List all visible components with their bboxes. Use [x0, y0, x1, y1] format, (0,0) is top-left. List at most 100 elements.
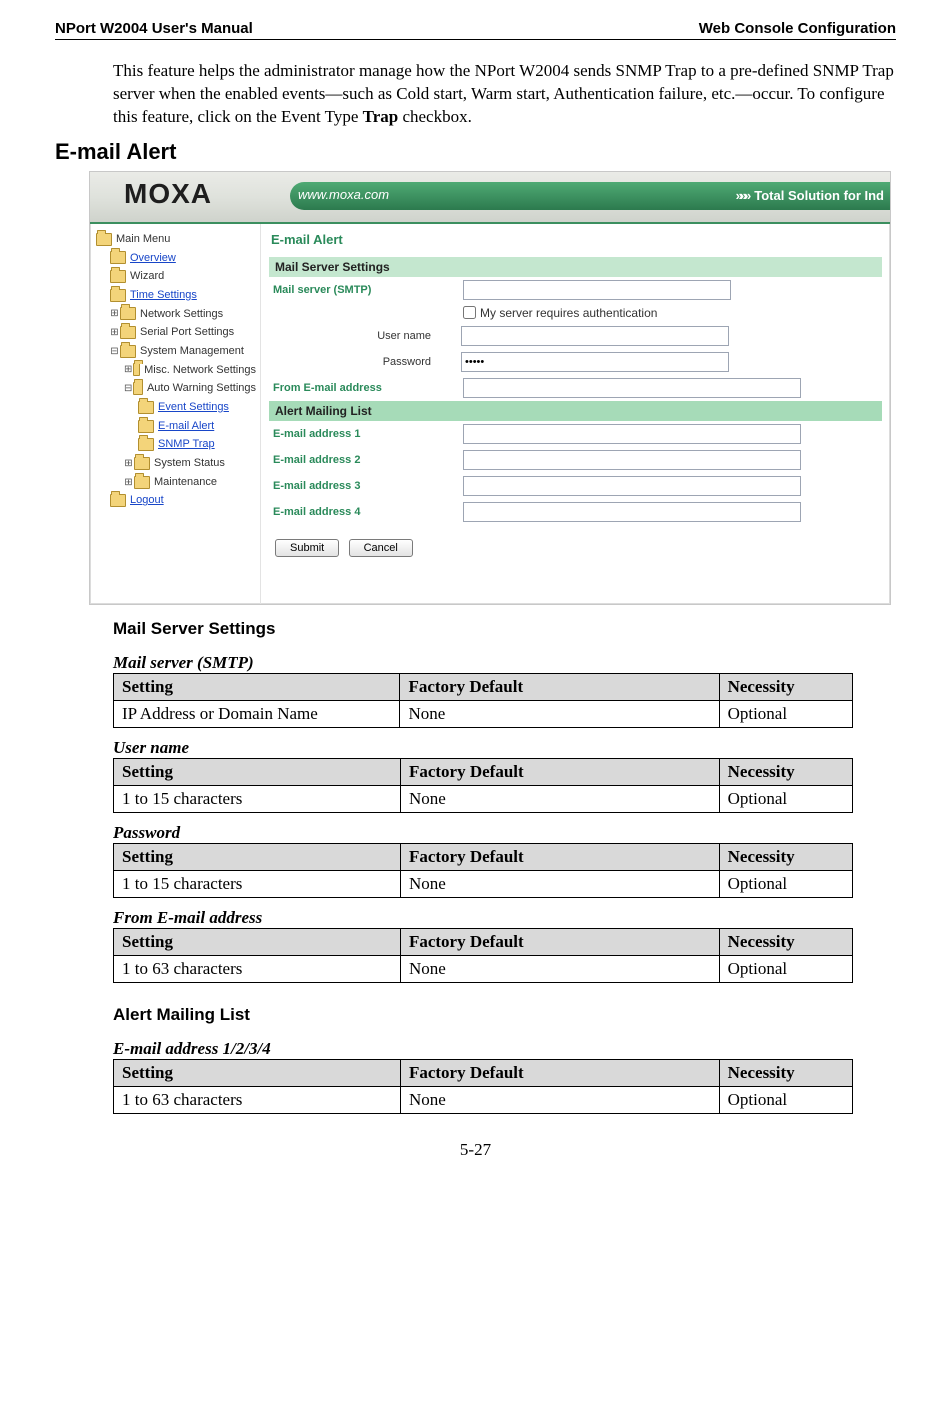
nav-email-alert[interactable]: E-mail Alert	[96, 417, 256, 436]
nav-label: Wizard	[130, 267, 164, 286]
page-header: NPort W2004 User's Manual Web Console Co…	[55, 20, 896, 40]
folder-icon	[110, 270, 126, 283]
nav-label: E-mail Alert	[158, 417, 214, 436]
th-necessity: Necessity	[719, 928, 852, 955]
nav-misc-network[interactable]: ⊞ Misc. Network Settings	[96, 361, 256, 380]
auth-required-checkbox[interactable]	[463, 306, 476, 319]
expand-icon[interactable]: ⊞	[124, 361, 132, 378]
email1-input[interactable]	[463, 424, 801, 444]
th-default: Factory Default	[400, 673, 719, 700]
nav-event-settings[interactable]: Event Settings	[96, 398, 256, 417]
password-label: Password	[271, 356, 461, 368]
th-default: Factory Default	[400, 758, 719, 785]
content-title: E-mail Alert	[271, 232, 882, 247]
username-input[interactable]	[461, 326, 729, 346]
intro-paragraph: This feature helps the administrator man…	[113, 60, 896, 129]
nav-overview[interactable]: Overview	[96, 249, 256, 268]
content-pane: E-mail Alert Mail Server Settings Mail s…	[261, 224, 890, 604]
td-necessity: Optional	[719, 785, 852, 812]
td-necessity: Optional	[719, 955, 852, 982]
nav-time-settings[interactable]: Time Settings	[96, 286, 256, 305]
from-email-input[interactable]	[463, 378, 801, 398]
nav-label: System Management	[140, 342, 244, 361]
folder-icon	[133, 363, 140, 376]
td-default: None	[400, 785, 719, 812]
th-default: Factory Default	[400, 1059, 719, 1086]
table-mail-server: Setting Factory Default Necessity IP Add…	[113, 673, 853, 728]
th-setting: Setting	[114, 843, 401, 870]
intro-bold: Trap	[363, 107, 399, 126]
email1-label: E-mail address 1	[271, 428, 463, 440]
submit-button[interactable]: Submit	[275, 539, 339, 557]
folder-icon	[133, 382, 143, 395]
th-setting: Setting	[114, 928, 401, 955]
nav-label: Maintenance	[154, 473, 217, 492]
folder-icon	[134, 457, 150, 470]
td-setting: 1 to 15 characters	[114, 785, 401, 812]
table-row: 1 to 15 characters None Optional	[114, 785, 853, 812]
nav-label: Time Settings	[130, 286, 197, 305]
table-row: 1 to 63 characters None Optional	[114, 955, 853, 982]
th-setting: Setting	[114, 758, 401, 785]
folder-icon	[120, 345, 136, 358]
nav-label: Logout	[130, 491, 164, 510]
brand-logo: MOXA	[124, 178, 212, 210]
nav-label: Serial Port Settings	[140, 323, 234, 342]
td-default: None	[400, 700, 719, 727]
expand-icon[interactable]: ⊞	[124, 474, 133, 491]
email4-label: E-mail address 4	[271, 506, 463, 518]
nav-label: Misc. Network Settings	[144, 361, 256, 380]
expand-icon[interactable]: ⊞	[110, 324, 119, 341]
expand-icon[interactable]: ⊞	[110, 305, 119, 322]
folder-icon	[138, 420, 154, 433]
nav-system-status[interactable]: ⊞System Status	[96, 454, 256, 473]
table-title-from-email: From E-mail address	[113, 908, 896, 928]
mail-server-label: Mail server (SMTP)	[271, 284, 463, 296]
nav-main-menu[interactable]: Main Menu	[96, 230, 256, 249]
banner-tagline: Total Solution for Ind	[736, 188, 884, 203]
email4-input[interactable]	[463, 502, 801, 522]
collapse-icon[interactable]: ⊟	[124, 380, 132, 397]
nav-label: Overview	[130, 249, 176, 268]
td-necessity: Optional	[719, 1086, 852, 1113]
nav-logout[interactable]: Logout	[96, 491, 256, 510]
table-from-email: Setting Factory Default Necessity 1 to 6…	[113, 928, 853, 983]
nav-maintenance[interactable]: ⊞ Maintenance	[96, 473, 256, 492]
header-right: Web Console Configuration	[699, 20, 896, 37]
th-necessity: Necessity	[719, 843, 852, 870]
mail-server-input[interactable]	[463, 280, 731, 300]
nav-system-management[interactable]: ⊟ System Management	[96, 342, 256, 361]
nav-label: Main Menu	[116, 230, 170, 249]
td-setting: IP Address or Domain Name	[114, 700, 400, 727]
nav-network-settings[interactable]: ⊞Network Settings	[96, 305, 256, 324]
td-setting: 1 to 15 characters	[114, 870, 401, 897]
table-row: 1 to 63 characters None Optional	[114, 1086, 853, 1113]
email2-input[interactable]	[463, 450, 801, 470]
from-email-label: From E-mail address	[271, 382, 463, 394]
intro-text-a: This feature helps the administrator man…	[113, 61, 894, 126]
nav-label: SNMP Trap	[158, 435, 215, 454]
collapse-icon[interactable]: ⊟	[110, 343, 119, 360]
table-title-password: Password	[113, 823, 896, 843]
th-default: Factory Default	[400, 928, 719, 955]
nav-serial-port-settings[interactable]: ⊞ Serial Port Settings	[96, 323, 256, 342]
email2-label: E-mail address 2	[271, 454, 463, 466]
screenshot-email-alert: MOXA www.moxa.com Total Solution for Ind…	[89, 171, 891, 605]
password-input[interactable]	[461, 352, 729, 372]
alert-mailing-list-heading: Alert Mailing List	[113, 1005, 896, 1025]
expand-icon[interactable]: ⊞	[124, 455, 133, 472]
nav-auto-warning[interactable]: ⊟Auto Warning Settings	[96, 379, 256, 398]
folder-icon	[134, 476, 150, 489]
nav-wizard[interactable]: Wizard	[96, 267, 256, 286]
folder-icon	[96, 233, 112, 246]
nav-snmp-trap[interactable]: SNMP Trap	[96, 435, 256, 454]
td-necessity: Optional	[719, 870, 852, 897]
folder-icon	[110, 289, 126, 302]
folder-icon	[120, 307, 136, 320]
email3-input[interactable]	[463, 476, 801, 496]
mail-server-settings-bar: Mail Server Settings	[269, 257, 882, 277]
table-title-username: User name	[113, 738, 896, 758]
folder-icon	[120, 326, 136, 339]
th-setting: Setting	[114, 1059, 401, 1086]
cancel-button[interactable]: Cancel	[349, 539, 413, 557]
